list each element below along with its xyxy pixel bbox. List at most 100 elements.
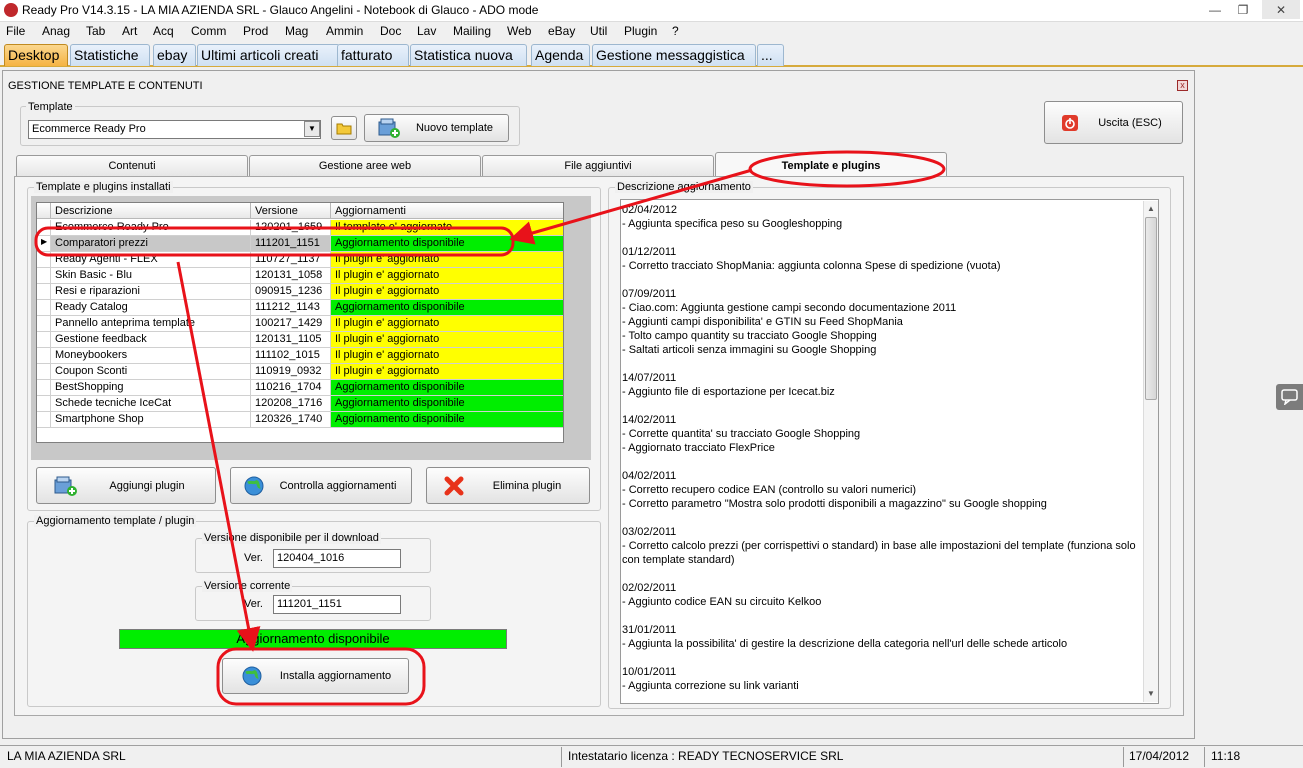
subtab-template-e-plugins[interactable]: Template e plugins (715, 152, 947, 177)
add-plugin-button[interactable]: Aggiungi plugin (36, 467, 216, 504)
scroll-up-icon[interactable]: ▲ (1147, 204, 1155, 213)
status-date: 17/04/2012 (1129, 749, 1190, 763)
check-updates-button[interactable]: Controlla aggiornamenti (230, 467, 412, 504)
available-version-field[interactable]: 120404_1016 (273, 549, 401, 568)
tab-desktop[interactable]: Desktop (4, 44, 68, 66)
install-update-button[interactable]: Installa aggiornamento (222, 658, 409, 694)
row-indicator[interactable] (37, 220, 51, 236)
available-version-label: Versione disponibile per il download (202, 532, 381, 544)
menu-item-comm[interactable]: Comm (191, 24, 226, 38)
available-ver-label: Ver. (244, 552, 263, 564)
menu-item-lav[interactable]: Lav (417, 24, 436, 38)
tab-statistica-nuova[interactable]: Statistica nuova (410, 44, 527, 66)
menu-item-doc[interactable]: Doc (380, 24, 401, 38)
table-row[interactable]: Pannello anteprima template 100217_1429 Il… (37, 316, 563, 332)
cell-descrizione: BestShopping (51, 380, 251, 396)
column-header-aggiornamenti[interactable]: Aggiornamenti (331, 203, 563, 219)
tab-statistiche[interactable]: Statistiche (70, 44, 150, 66)
row-indicator[interactable] (37, 268, 51, 284)
table-row[interactable]: Gestione feedback 120131_1105 Il plugin e'… (37, 332, 563, 348)
delete-plugin-button[interactable]: Elimina plugin (426, 467, 590, 504)
menu-item-ebay[interactable]: eBay (548, 24, 575, 38)
cell-aggiornamenti: Aggiornamento disponibile (331, 412, 563, 428)
column-header-descrizione[interactable]: Descrizione (51, 203, 251, 219)
cell-aggiornamenti: Il plugin e' aggiornato (331, 332, 563, 348)
table-row[interactable]: Coupon Sconti 110919_0932 Il plugin e' agg… (37, 364, 563, 380)
table-row[interactable]: Ready Catalog 111212_1143 Aggiornamento di… (37, 300, 563, 316)
row-indicator[interactable] (37, 364, 51, 380)
cell-versione: 111212_1143 (251, 300, 331, 316)
globe-install-icon (242, 666, 262, 686)
tab-ebay[interactable]: ebay (153, 44, 196, 66)
row-indicator[interactable] (37, 300, 51, 316)
menu-item-anag[interactable]: Anag (42, 24, 70, 38)
row-indicator[interactable] (37, 348, 51, 364)
menu-item-mag[interactable]: Mag (285, 24, 308, 38)
chevron-down-icon[interactable]: ▼ (304, 121, 320, 137)
tab-gestione-messaggistica[interactable]: Gestione messaggistica (592, 44, 756, 66)
panel-title: GESTIONE TEMPLATE E CONTENUTI (8, 80, 203, 92)
subtab-file-aggiuntivi[interactable]: File aggiuntivi (482, 155, 714, 176)
menu-item-art[interactable]: Art (122, 24, 137, 38)
menu-item-plugin[interactable]: Plugin (624, 24, 657, 38)
column-header-versione[interactable]: Versione (251, 203, 331, 219)
tab-ultimi-articoli-creati[interactable]: Ultimi articoli creati (197, 44, 340, 66)
close-button[interactable]: ✕ (1262, 0, 1300, 19)
table-row[interactable]: Ready Agenti - FLEX 110727_1137 Il plugin … (37, 252, 563, 268)
description-scrollbar[interactable]: ▲ ▼ (1143, 201, 1158, 702)
table-row[interactable]: Skin Basic - Blu 120131_1058 Il plugin e' … (37, 268, 563, 284)
menu-item-file[interactable]: File (6, 24, 25, 38)
row-indicator[interactable] (37, 316, 51, 332)
panel-close-icon[interactable]: x (1177, 80, 1188, 91)
tab-more[interactable]: ... (757, 44, 784, 66)
menu-item-mailing[interactable]: Mailing (453, 24, 491, 38)
row-indicator[interactable] (37, 332, 51, 348)
row-indicator[interactable] (37, 380, 51, 396)
row-indicator[interactable] (37, 412, 51, 428)
subtab-contenuti[interactable]: Contenuti (16, 155, 248, 176)
table-row[interactable]: Schede tecniche IceCat 120208_1716 Aggiorn… (37, 396, 563, 412)
maximize-button[interactable]: ❐ (1228, 0, 1258, 19)
current-ver-label: Ver. (244, 598, 263, 610)
scroll-down-icon[interactable]: ▼ (1147, 689, 1155, 698)
new-template-button[interactable]: Nuovo template (364, 114, 509, 142)
exit-button[interactable]: Uscita (ESC) (1044, 101, 1183, 144)
installed-group-label: Template e plugins installati (34, 181, 173, 193)
table-row[interactable]: Ecommerce Ready Pro 120201_1659 Il templat… (37, 220, 563, 236)
table-row[interactable]: Moneybookers 111102_1015 Il plugin e' aggi… (37, 348, 563, 364)
row-indicator[interactable] (37, 252, 51, 268)
cell-versione: 110919_0932 (251, 364, 331, 380)
menu-item-web[interactable]: Web (507, 24, 531, 38)
menu-item-util[interactable]: Util (590, 24, 607, 38)
table-row[interactable]: BestShopping 110216_1704 Aggiornamento dis… (37, 380, 563, 396)
plugins-grid[interactable]: Descrizione Versione Aggiornamenti Ecomm… (36, 202, 564, 443)
menu-item-help[interactable]: ? (672, 24, 679, 38)
menu-item-acq[interactable]: Acq (153, 24, 174, 38)
current-version-label: Versione corrente (202, 580, 293, 592)
table-row[interactable]: Smartphone Shop 120326_1740 Aggiornamento … (37, 412, 563, 428)
tab-agenda[interactable]: Agenda (531, 44, 590, 66)
chat-button[interactable] (1276, 384, 1303, 410)
table-row[interactable]: Resi e riparazioni 090915_1236 Il plugin e… (37, 284, 563, 300)
update-status-bar: Aggiornamento disponibile (119, 629, 507, 649)
scroll-thumb[interactable] (1145, 217, 1157, 400)
row-indicator[interactable] (37, 396, 51, 412)
cell-aggiornamenti: Il plugin e' aggiornato (331, 316, 563, 332)
menu-item-tab[interactable]: Tab (86, 24, 105, 38)
menu-item-prod[interactable]: Prod (243, 24, 268, 38)
subtab-gestione-aree-web[interactable]: Gestione aree web (249, 155, 481, 176)
template-select[interactable]: Ecommerce Ready Pro (28, 120, 321, 139)
current-version-field[interactable]: 111201_1151 (273, 595, 401, 614)
minimize-button[interactable]: — (1200, 0, 1230, 19)
cell-descrizione: Pannello anteprima template (51, 316, 251, 332)
open-folder-button[interactable] (331, 116, 357, 140)
row-indicator[interactable] (37, 284, 51, 300)
cell-versione: 120201_1659 (251, 220, 331, 236)
cell-aggiornamenti: Il plugin e' aggiornato (331, 348, 563, 364)
table-row[interactable]: ▶ Comparatori prezzi 111201_1151 Aggiorname… (37, 236, 563, 252)
row-indicator[interactable]: ▶ (37, 236, 51, 252)
cell-aggiornamenti: Il plugin e' aggiornato (331, 364, 563, 380)
tab-fatturato[interactable]: fatturato (337, 44, 409, 66)
delete-x-icon (444, 476, 464, 495)
menu-item-ammin[interactable]: Ammin (326, 24, 363, 38)
